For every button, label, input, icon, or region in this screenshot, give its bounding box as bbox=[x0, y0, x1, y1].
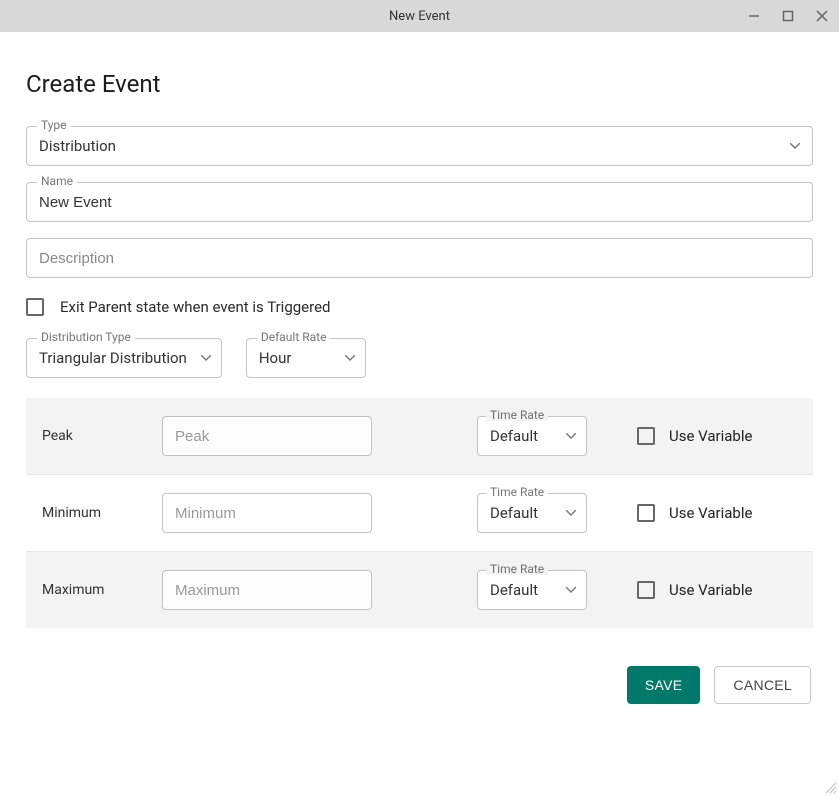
chevron-down-icon bbox=[345, 355, 355, 361]
page-title: Create Event bbox=[26, 70, 813, 98]
distribution-type-label: Distribution Type bbox=[37, 331, 135, 343]
default-rate-value: Hour bbox=[259, 349, 331, 367]
param-row: MaximumTime RateDefaultUse Variable bbox=[26, 552, 813, 628]
use-variable-checkbox[interactable] bbox=[637, 427, 655, 445]
time-rate-label: Time Rate bbox=[486, 409, 548, 421]
use-variable-option: Use Variable bbox=[637, 427, 797, 445]
chevron-down-icon bbox=[201, 355, 211, 361]
window-controls bbox=[747, 9, 829, 23]
close-icon[interactable] bbox=[815, 9, 829, 23]
time-rate-label: Time Rate bbox=[486, 486, 548, 498]
dialog-buttons: SAVE CANCEL bbox=[26, 666, 813, 704]
default-rate-select[interactable]: Default Rate Hour bbox=[246, 338, 366, 378]
window-title: New Event bbox=[0, 9, 839, 24]
chevron-down-icon bbox=[566, 510, 576, 516]
time-rate-label: Time Rate bbox=[486, 563, 548, 575]
distribution-type-value: Triangular Distribution bbox=[39, 349, 187, 367]
param-input[interactable] bbox=[162, 493, 372, 533]
param-input[interactable] bbox=[162, 570, 372, 610]
type-select-label: Type bbox=[37, 119, 71, 131]
param-row: MinimumTime RateDefaultUse Variable bbox=[26, 475, 813, 552]
resize-grip-icon[interactable] bbox=[823, 780, 837, 794]
param-input[interactable] bbox=[162, 416, 372, 456]
param-label: Maximum bbox=[42, 582, 162, 598]
time-rate-select[interactable]: Time RateDefault bbox=[477, 416, 587, 456]
use-variable-option: Use Variable bbox=[637, 581, 797, 599]
save-button[interactable]: SAVE bbox=[627, 666, 701, 704]
type-select-value: Distribution bbox=[39, 137, 790, 155]
param-label: Peak bbox=[42, 428, 162, 444]
time-rate-value: Default bbox=[490, 504, 566, 522]
name-input[interactable] bbox=[39, 194, 800, 211]
exit-parent-label: Exit Parent state when event is Triggere… bbox=[60, 298, 330, 316]
maximize-icon[interactable] bbox=[781, 9, 795, 23]
use-variable-label: Use Variable bbox=[669, 581, 752, 599]
time-rate-value: Default bbox=[490, 581, 566, 599]
chevron-down-icon bbox=[790, 143, 800, 149]
time-rate-value: Default bbox=[490, 427, 566, 445]
time-rate-select[interactable]: Time RateDefault bbox=[477, 493, 587, 533]
parameters-table: PeakTime RateDefaultUse VariableMinimumT… bbox=[26, 398, 813, 628]
dialog-content: Create Event Type Distribution Name Exit… bbox=[0, 32, 839, 704]
description-field[interactable] bbox=[26, 238, 813, 278]
use-variable-label: Use Variable bbox=[669, 427, 752, 445]
use-variable-option: Use Variable bbox=[637, 504, 797, 522]
exit-parent-checkbox-row: Exit Parent state when event is Triggere… bbox=[26, 298, 813, 316]
minimize-icon[interactable] bbox=[747, 9, 761, 23]
chevron-down-icon bbox=[566, 433, 576, 439]
type-select[interactable]: Type Distribution bbox=[26, 126, 813, 166]
name-field-label: Name bbox=[37, 175, 77, 187]
time-rate-select[interactable]: Time RateDefault bbox=[477, 570, 587, 610]
use-variable-checkbox[interactable] bbox=[637, 504, 655, 522]
distribution-options-row: Distribution Type Triangular Distributio… bbox=[26, 338, 813, 378]
use-variable-checkbox[interactable] bbox=[637, 581, 655, 599]
param-row: PeakTime RateDefaultUse Variable bbox=[26, 398, 813, 475]
exit-parent-checkbox[interactable] bbox=[26, 298, 44, 316]
use-variable-label: Use Variable bbox=[669, 504, 752, 522]
param-label: Minimum bbox=[42, 505, 162, 521]
default-rate-label: Default Rate bbox=[257, 331, 331, 343]
distribution-type-select[interactable]: Distribution Type Triangular Distributio… bbox=[26, 338, 222, 378]
cancel-button[interactable]: CANCEL bbox=[714, 666, 811, 704]
titlebar: New Event bbox=[0, 0, 839, 32]
chevron-down-icon bbox=[566, 587, 576, 593]
name-field[interactable]: Name bbox=[26, 182, 813, 222]
description-input[interactable] bbox=[39, 250, 800, 267]
